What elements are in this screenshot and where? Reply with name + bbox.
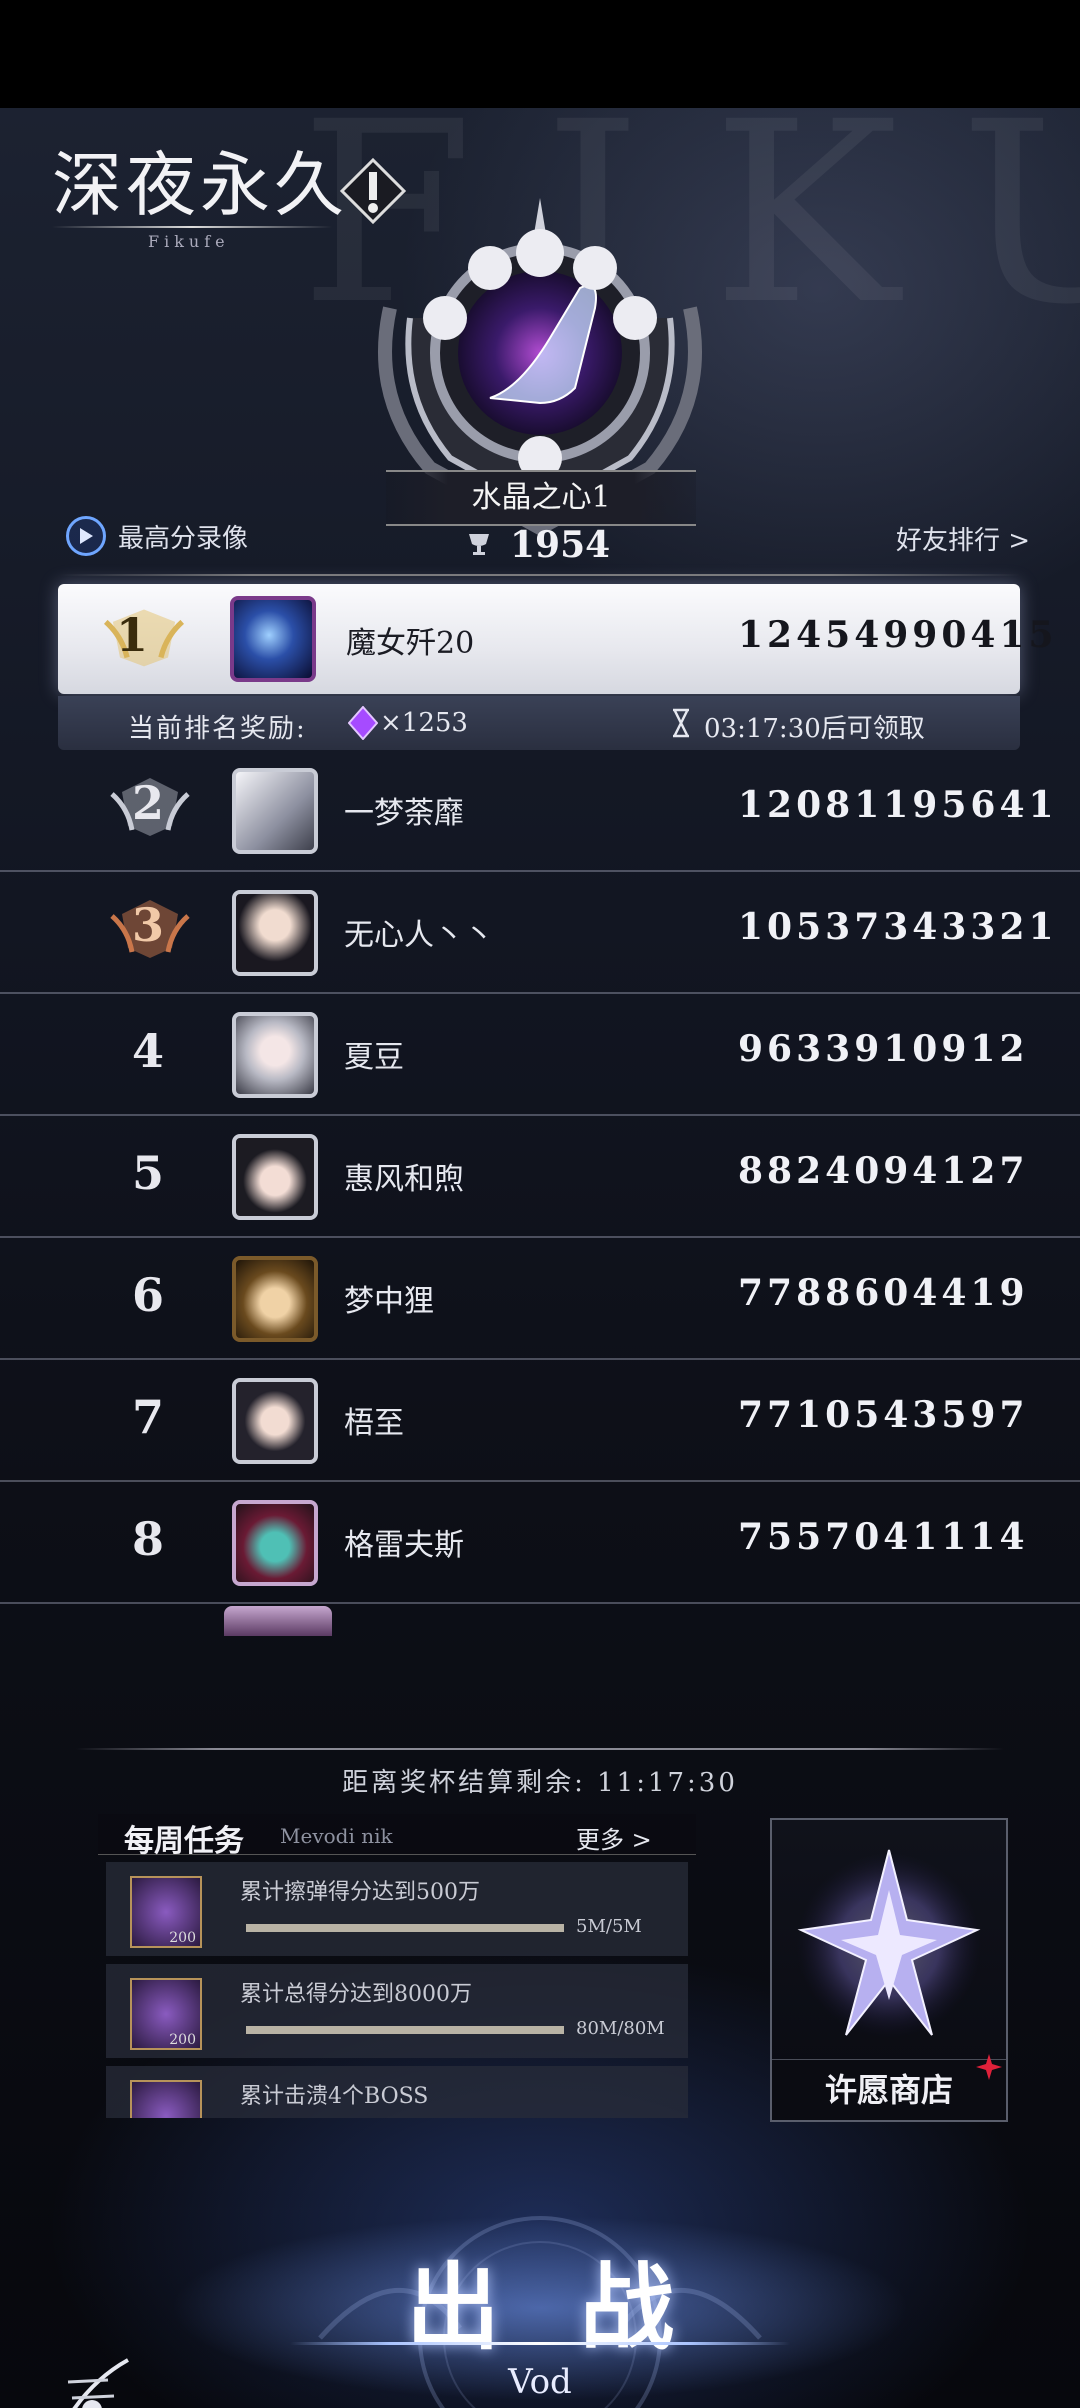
game-logo: 深夜永久 Fikufe: [52, 144, 407, 251]
notification-star-icon: [976, 2054, 1002, 2080]
weekly-tasks-header: 每周任务 Mevodi nik 更多 >: [98, 1814, 696, 1859]
divider: [60, 574, 1020, 576]
player-name: 梧至: [344, 1406, 404, 1441]
task-progress-fill: [246, 2026, 564, 2034]
reward-claim-time: 03:17:30后可领取: [704, 714, 925, 744]
player-name: 无心人丶丶: [344, 918, 494, 953]
crystal-star-icon: [797, 1849, 981, 2037]
league-name: 水晶之心1: [386, 470, 696, 526]
battle-underline: [290, 2342, 790, 2345]
play-icon: [66, 516, 106, 556]
back-rose-icon[interactable]: [48, 2352, 138, 2408]
current-rank-reward: 当前排名奖励: ×1253 03:17:30后可领取: [58, 696, 1020, 750]
avatar[interactable]: [230, 596, 316, 682]
purple-gem-icon: [348, 706, 378, 740]
trophy-settlement-countdown: 距离奖杯结算剩余: 11:17:30: [342, 1768, 738, 1798]
ranking-row-5[interactable]: 5 惠风和煦 8824094127: [0, 1116, 1080, 1238]
rank-number: 1: [115, 608, 148, 662]
status-bar-area: [0, 0, 1080, 108]
player-name: 格雷夫斯: [344, 1528, 464, 1563]
task-progress-fill: [246, 1924, 564, 1932]
task-progress-bar: [246, 1924, 564, 1932]
wish-shop-button[interactable]: 许愿商店: [770, 1818, 1008, 2122]
avatar[interactable]: [232, 1012, 318, 1098]
ranking-row-2[interactable]: 2 一梦荼靡 12081195641: [0, 750, 1080, 872]
trophy-icon: [469, 534, 489, 555]
weekly-tasks-title: 每周任务: [124, 1824, 244, 1859]
hourglass-icon: [673, 708, 689, 738]
reward-count: ×1253: [380, 708, 468, 738]
avatar[interactable]: [232, 890, 318, 976]
rank-number: 4: [131, 1024, 164, 1078]
ranking-row-8[interactable]: 8 格雷夫斯 7557041114: [0, 1482, 1080, 1604]
battle-button[interactable]: 出战: [0, 2232, 1080, 2368]
task-description: 累计击溃4个BOSS: [240, 2084, 429, 2109]
logo-title: 深夜永久: [52, 144, 348, 226]
logo-divider: [52, 226, 332, 228]
logo-subtitle: Fikufe: [148, 232, 230, 251]
player-score: 7788604419: [738, 1272, 1029, 1314]
player-score: 8824094127: [738, 1150, 1029, 1192]
task-reward-icon: [130, 2080, 202, 2118]
avatar[interactable]: [232, 1378, 318, 1464]
task-description: 累计擦弹得分达到500万: [240, 1880, 480, 1905]
player-name: 夏豆: [344, 1040, 404, 1075]
player-score: 7710543597: [738, 1394, 1029, 1436]
player-name: 魔女歼20: [346, 626, 475, 661]
player-score: 12081195641: [738, 784, 1058, 826]
avatar[interactable]: [232, 1134, 318, 1220]
player-score: 12454990415: [738, 614, 1058, 656]
weekly-tasks-panel: 每周任务 Mevodi nik 更多 > 200 累计擦弹得分达到500万 5M…: [98, 1814, 698, 2118]
replay-label: 最高分录像: [118, 523, 249, 554]
player-name: 惠风和煦: [344, 1162, 464, 1197]
trophy-count: 1954: [510, 524, 611, 566]
player-name: 一梦荼靡: [344, 796, 464, 831]
rank-number: 5: [131, 1146, 164, 1200]
more-tasks-link[interactable]: 更多 >: [576, 1820, 652, 1855]
ranking-row-4[interactable]: 4 夏豆 9633910912: [0, 994, 1080, 1116]
avatar[interactable]: [232, 1500, 318, 1586]
task-reward-amount: 200: [169, 2032, 196, 2048]
battle-subtitle: Vod: [508, 2362, 572, 2402]
ranking-screen: FIKU 深夜永久 Fikufe 水晶之心1: [0, 108, 1080, 2408]
ranking-row-1[interactable]: 1 魔女歼20 12454990415: [58, 584, 1054, 694]
task-item[interactable]: 累计击溃4个BOSS: [106, 2066, 688, 2118]
rank-number: 2: [131, 776, 164, 830]
task-progress-bar: [246, 2026, 564, 2034]
player-score: 10537343321: [738, 906, 1058, 948]
task-reward-icon: 200: [130, 1876, 202, 1948]
task-progress-text: 80M/80M: [576, 2018, 665, 2039]
weekly-tasks-subtitle: Mevodi nik: [280, 1824, 393, 1848]
reward-label: 当前排名奖励:: [128, 714, 307, 744]
avatar[interactable]: [232, 1256, 318, 1342]
task-reward-icon: 200: [130, 1978, 202, 2050]
avatar: [224, 1606, 332, 1636]
ranking-row-6[interactable]: 6 梦中狸 7788604419: [0, 1238, 1080, 1360]
avatar[interactable]: [232, 768, 318, 854]
divider: [76, 1748, 1004, 1750]
ranking-row-3[interactable]: 3 无心人丶丶 10537343321: [0, 872, 1080, 994]
rank-number: 3: [131, 898, 164, 952]
task-item[interactable]: 200 累计擦弹得分达到500万 5M/5M: [106, 1862, 688, 1956]
rank-number: 6: [131, 1268, 164, 1322]
rank-number: 8: [131, 1512, 164, 1566]
player-score: 9633910912: [738, 1028, 1029, 1070]
friends-ranking-link[interactable]: 好友排行 >: [896, 520, 1030, 557]
ranking-row-7[interactable]: 7 梧至 7710543597: [0, 1360, 1080, 1482]
player-score: 7557041114: [738, 1516, 1029, 1558]
rank-number: 7: [131, 1390, 164, 1444]
task-progress-text: 5M/5M: [576, 1916, 642, 1937]
best-replay-button[interactable]: 最高分录像: [66, 516, 248, 556]
task-reward-amount: 200: [169, 1930, 196, 1946]
player-name: 梦中狸: [344, 1284, 434, 1319]
wish-shop-label: 许愿商店: [772, 2059, 1006, 2120]
task-item[interactable]: 200 累计总得分达到8000万 80M/80M: [106, 1964, 688, 2058]
task-description: 累计总得分达到8000万: [240, 1982, 472, 2007]
